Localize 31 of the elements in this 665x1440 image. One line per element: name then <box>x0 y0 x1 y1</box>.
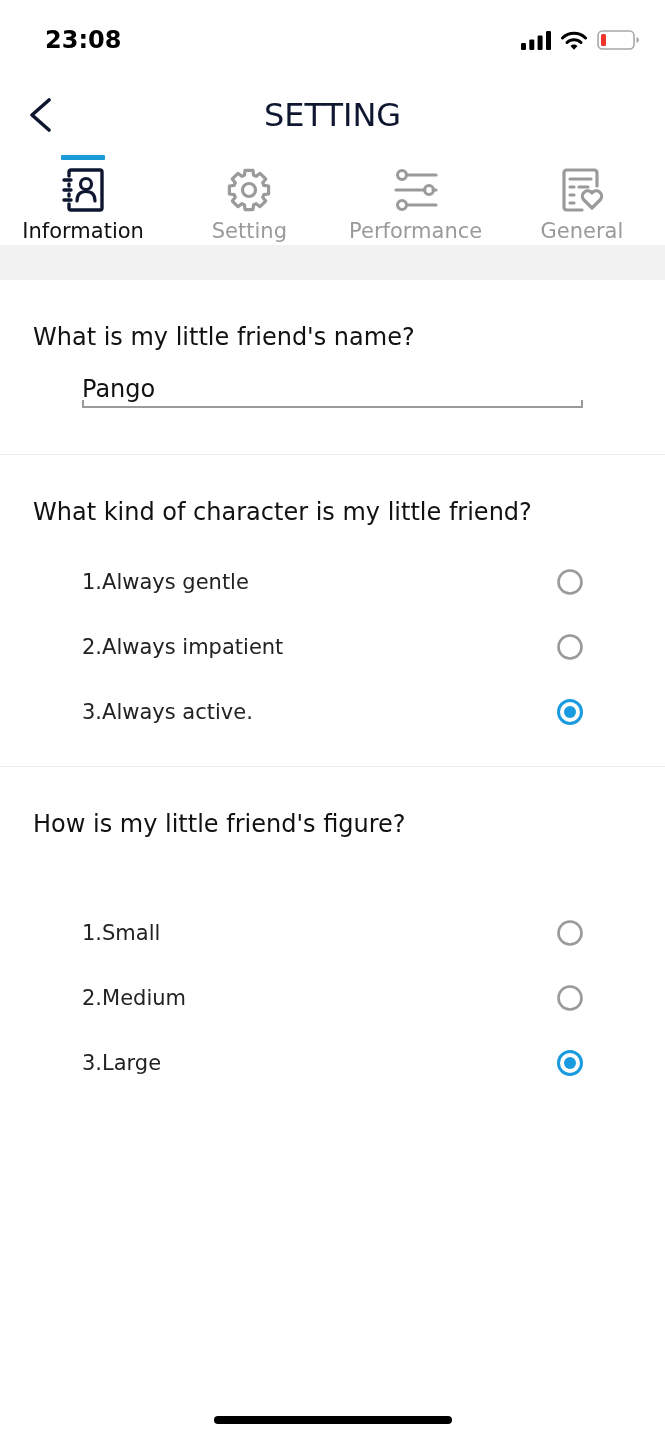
radio-button[interactable] <box>557 1049 583 1076</box>
radio-button[interactable] <box>557 984 583 1011</box>
option-label: 2.Always impatient <box>82 633 284 660</box>
radio-button[interactable] <box>557 698 583 725</box>
question-text: What kind of character is my little friend? <box>33 497 533 527</box>
option-label: 1.Always gentle <box>82 568 249 595</box>
back-button[interactable] <box>28 98 52 132</box>
radio-button[interactable] <box>557 919 583 946</box>
option-label: 2.Medium <box>82 984 186 1011</box>
radio-button[interactable] <box>557 633 583 660</box>
tab[interactable]: General <box>498 150 665 245</box>
sliders-icon <box>393 168 438 212</box>
status-time: 23:08 <box>45 26 122 54</box>
tab[interactable]: Information <box>0 150 167 245</box>
tab[interactable]: Setting <box>166 150 333 245</box>
option-label: 3.Always active. <box>82 698 253 725</box>
document-heart-icon <box>559 168 604 212</box>
wifi-icon <box>561 30 587 50</box>
contact-card-icon <box>61 168 106 212</box>
selected-tab-indicator <box>61 155 106 160</box>
page-title: SETTING <box>263 96 402 134</box>
chevron-left-icon <box>28 98 52 132</box>
settings-icon <box>227 168 272 212</box>
option-label: 1.Small <box>82 919 161 946</box>
tab[interactable]: Performance <box>332 150 499 245</box>
option-label: 3.Large <box>82 1049 162 1076</box>
battery-icon <box>597 30 639 50</box>
radio-button[interactable] <box>557 568 583 595</box>
signal-icon <box>521 30 551 50</box>
question-text: How is my little friend's figure? <box>33 809 407 839</box>
question-text: What is my little friend's name? <box>33 322 416 352</box>
